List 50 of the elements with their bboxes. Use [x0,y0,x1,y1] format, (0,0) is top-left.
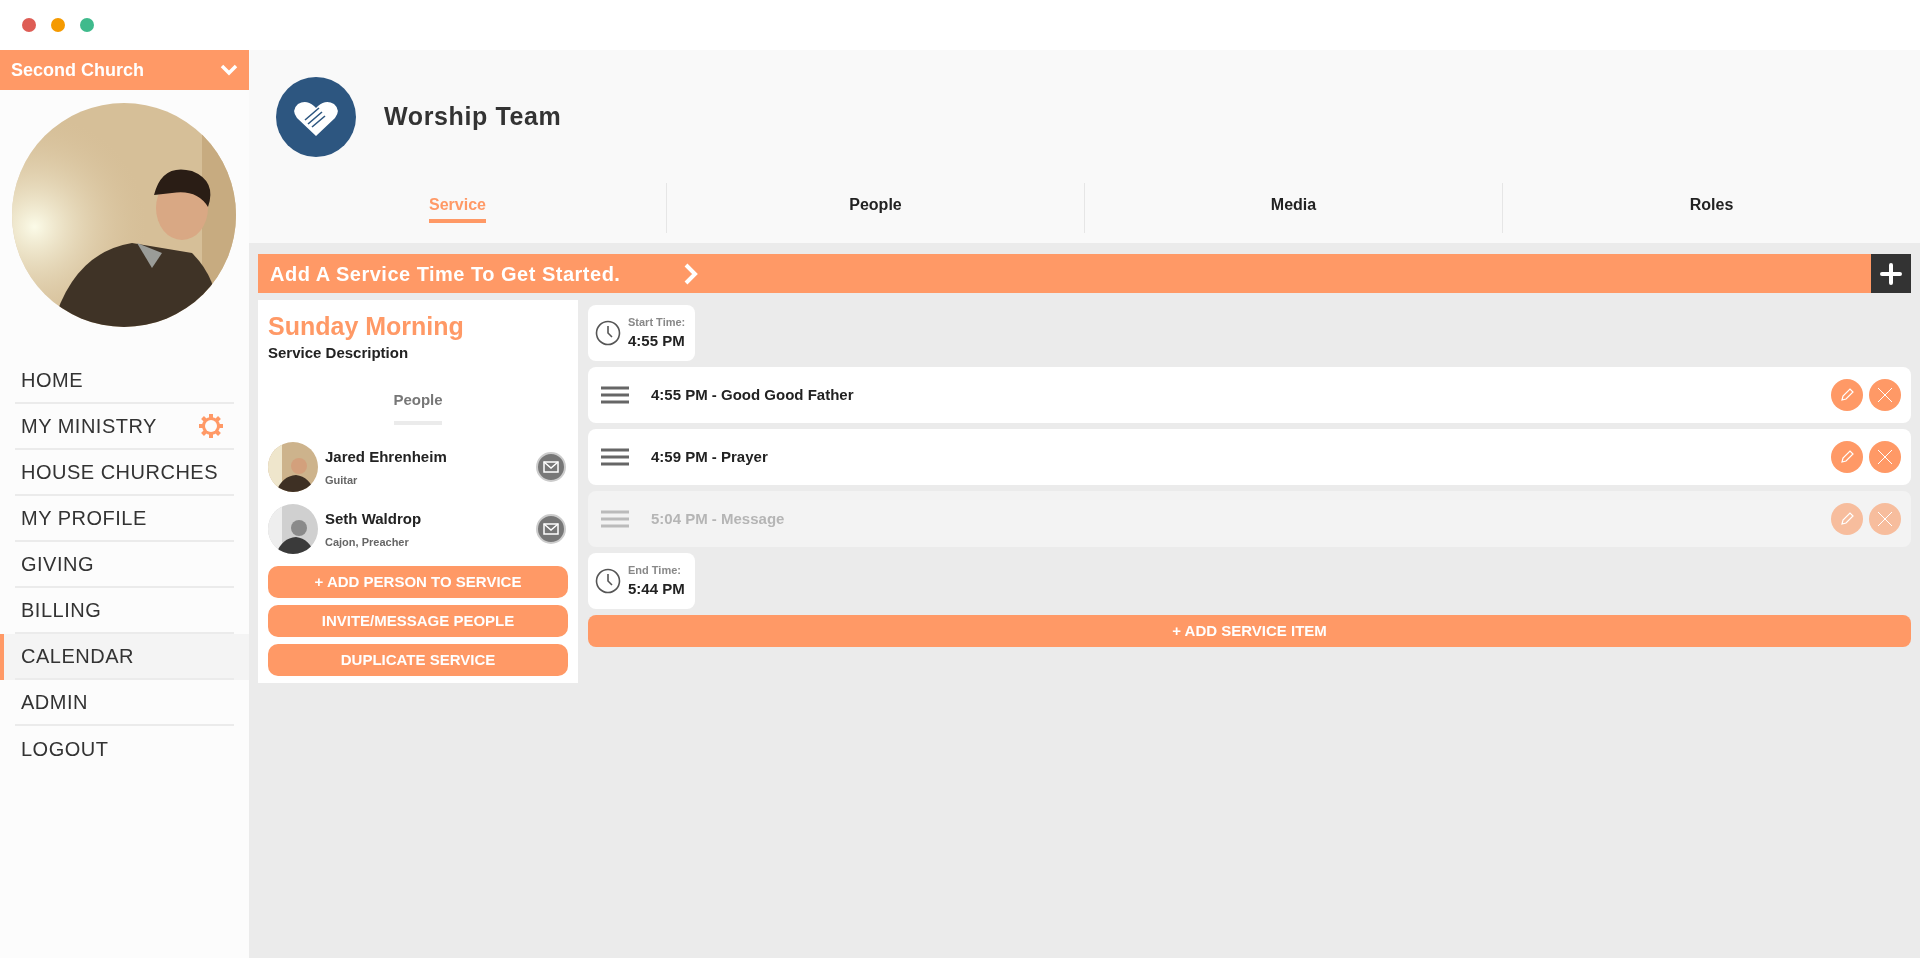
person-name: Jared Ehrenheim [325,447,448,467]
envelope-icon [543,461,559,473]
nav-item[interactable]: CALENDAR [0,634,249,680]
nav-item[interactable]: MY PROFILE [0,496,249,542]
edit-button[interactable] [1831,379,1863,411]
time-label: Start Time: [628,314,686,330]
time-value: 4:55 PM [628,331,686,351]
nav-item[interactable]: HOUSE CHURCHES [0,450,249,496]
pencil-icon [1839,387,1855,403]
person-role: Guitar [325,472,359,488]
delete-button[interactable] [1869,379,1901,411]
nav-item[interactable]: MY MINISTRY [0,404,249,450]
service-item-title: 5:04 PM - Message [651,508,786,529]
people-heading: People [393,389,443,410]
close-icon [1877,511,1893,527]
person-role: Cajon, Preacher [325,534,410,550]
chevron-down-icon [220,64,238,76]
edit-button[interactable] [1831,441,1863,473]
delete-button[interactable] [1869,441,1901,473]
close-icon [1877,387,1893,403]
mail-button[interactable] [536,514,566,544]
drag-handle-icon[interactable] [601,447,629,467]
service-item[interactable]: 4:59 PM - Prayer [588,429,1911,485]
add-button[interactable] [1871,254,1911,293]
envelope-icon [543,523,559,535]
pencil-icon [1839,511,1855,527]
person-name: Seth Waldrop [325,509,423,529]
mail-button[interactable] [536,452,566,482]
clock-icon [595,568,621,594]
team-title: Worship Team [384,100,562,132]
service-item[interactable]: 4:55 PM - Good Good Father [588,367,1911,423]
tab[interactable]: Media [1270,193,1317,223]
drag-handle-icon[interactable] [601,385,629,405]
service-title: Sunday Morning [268,311,465,342]
nav-item[interactable]: HOME [0,358,249,404]
chevron-right-icon [683,262,699,285]
service-item-title: 4:55 PM - Good Good Father [651,384,855,405]
clock-icon [595,320,621,346]
service-item-title: 4:59 PM - Prayer [651,446,769,467]
nav-item[interactable]: GIVING [0,542,249,588]
close-icon [1877,449,1893,465]
nav-item[interactable]: LOGOUT [0,726,249,772]
nav-item[interactable]: ADMIN [0,680,249,726]
time-label: End Time: [628,562,682,578]
tab[interactable]: Roles [1689,193,1734,223]
pencil-icon [1839,449,1855,465]
time-value: 5:44 PM [628,579,685,599]
plus-icon [1880,262,1902,285]
tab[interactable]: People [849,193,902,223]
service-description: Service Description [268,343,410,363]
